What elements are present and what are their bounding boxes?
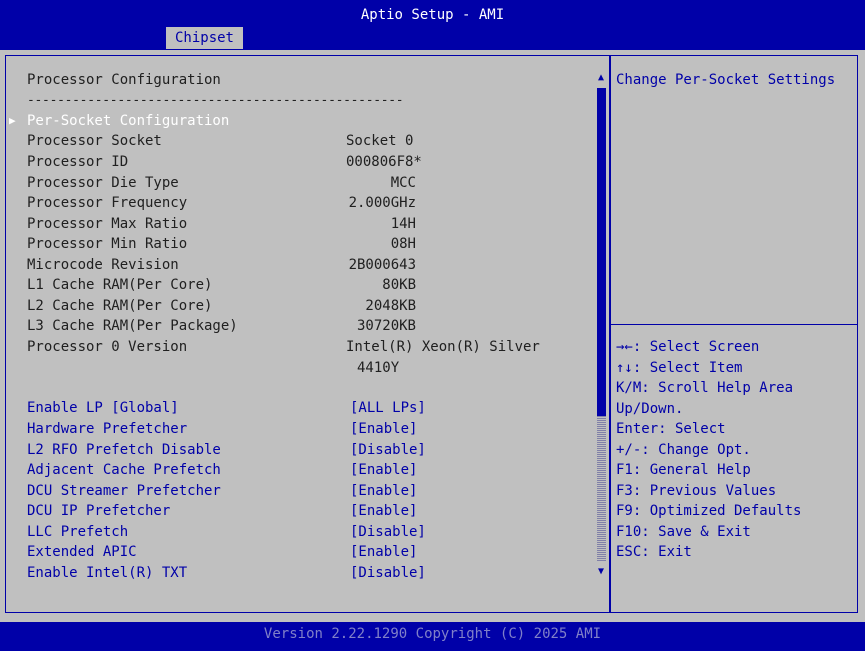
option-value-intel-txt[interactable]: [Disable] <box>350 563 426 583</box>
submenu-arrow-icon: ▶ <box>9 114 16 127</box>
option-value-llc-prefetch[interactable]: [Disable] <box>350 522 426 542</box>
info-value-max-ratio: 14H <box>390 216 416 232</box>
option-value-adjacent-cache-prefetch[interactable]: [Enable] <box>350 460 417 480</box>
version-text: Version 2.22.1290 Copyright (C) 2025 AMI <box>263 626 602 642</box>
help-description: Change Per-Socket Settings <box>616 72 836 88</box>
info-label-die-type: Processor Die Type <box>27 175 179 191</box>
key-help-esc: ESC: Exit <box>616 544 692 560</box>
key-help-enter: Enter: Select <box>616 421 726 437</box>
help-keys-divider <box>611 324 858 325</box>
info-value-processor-socket: Socket 0 <box>346 133 414 149</box>
scroll-down-icon[interactable]: ▼ <box>595 564 607 580</box>
key-help-f9: F9: Optimized Defaults <box>616 503 802 519</box>
key-help-select-screen: →←: Select Screen <box>616 339 760 355</box>
option-label-extended-apic[interactable]: Extended APIC <box>27 542 137 562</box>
option-label-dcu-ip[interactable]: DCU IP Prefetcher <box>27 501 170 521</box>
option-label-dcu-streamer[interactable]: DCU Streamer Prefetcher <box>27 481 221 501</box>
app-title: Aptio Setup - AMI <box>360 7 505 23</box>
info-label-max-ratio: Processor Max Ratio <box>27 216 188 232</box>
info-value-processor-id: 000806F8* <box>346 154 422 170</box>
info-label-processor-socket: Processor Socket <box>27 133 162 149</box>
info-label-processor-id: Processor ID <box>27 154 129 170</box>
key-help-scroll-help: K/M: Scroll Help Area <box>616 380 794 396</box>
info-value-processor-version-line2: 4410Y <box>357 360 400 376</box>
option-label-enable-lp[interactable]: Enable LP [Global] <box>27 398 179 418</box>
info-label-l3-cache: L3 Cache RAM(Per Package) <box>27 318 238 334</box>
scrollbar-thumb[interactable] <box>597 88 606 416</box>
per-socket-configuration-link[interactable]: Per-Socket Configuration <box>27 111 229 131</box>
info-value-l1-cache: 80KB <box>382 277 416 293</box>
option-value-dcu-ip[interactable]: [Enable] <box>350 501 417 521</box>
option-label-hardware-prefetcher[interactable]: Hardware Prefetcher <box>27 419 187 439</box>
option-label-adjacent-cache-prefetch[interactable]: Adjacent Cache Prefetch <box>27 460 221 480</box>
key-help-up-down: Up/Down. <box>616 401 684 417</box>
info-label-processor-version: Processor 0 Version <box>27 339 188 355</box>
option-label-intel-txt[interactable]: Enable Intel(R) TXT <box>27 563 187 583</box>
info-value-min-ratio: 08H <box>390 236 416 252</box>
tab-chipset[interactable]: Chipset <box>166 27 243 49</box>
section-title: Processor Configuration <box>27 72 221 88</box>
option-value-dcu-streamer[interactable]: [Enable] <box>350 481 417 501</box>
info-value-processor-version: Intel(R) Xeon(R) Silver <box>346 339 540 355</box>
option-value-l2-rfo-prefetch[interactable]: [Disable] <box>350 440 426 460</box>
info-value-microcode: 2B000643 <box>348 257 416 273</box>
key-help-f3: F3: Previous Values <box>616 483 777 499</box>
key-help-change-opt: +/-: Change Opt. <box>616 442 751 458</box>
option-label-llc-prefetch[interactable]: LLC Prefetch <box>27 522 128 542</box>
option-label-l2-rfo-prefetch[interactable]: L2 RFO Prefetch Disable <box>27 440 221 460</box>
info-label-l1-cache: L1 Cache RAM(Per Core) <box>27 277 213 293</box>
key-help-f1: F1: General Help <box>616 462 751 478</box>
info-value-l2-cache: 2048KB <box>365 298 416 314</box>
option-value-hardware-prefetcher[interactable]: [Enable] <box>350 419 417 439</box>
option-value-enable-lp[interactable]: [ALL LPs] <box>350 398 426 418</box>
option-value-extended-apic[interactable]: [Enable] <box>350 542 417 562</box>
info-label-l2-cache: L2 Cache RAM(Per Core) <box>27 298 213 314</box>
scroll-up-icon[interactable]: ▲ <box>595 70 607 86</box>
help-divider <box>609 55 611 613</box>
info-value-l3-cache: 30720KB <box>356 318 416 334</box>
info-value-die-type: MCC <box>390 175 416 191</box>
section-separator: ----------------------------------------… <box>27 93 404 108</box>
info-value-frequency: 2.000GHz <box>348 195 416 211</box>
info-label-frequency: Processor Frequency <box>27 195 188 211</box>
info-label-microcode: Microcode Revision <box>27 257 179 273</box>
info-label-min-ratio: Processor Min Ratio <box>27 236 188 252</box>
key-help-select-item: ↑↓: Select Item <box>616 360 743 376</box>
key-help-f10: F10: Save & Exit <box>616 524 751 540</box>
